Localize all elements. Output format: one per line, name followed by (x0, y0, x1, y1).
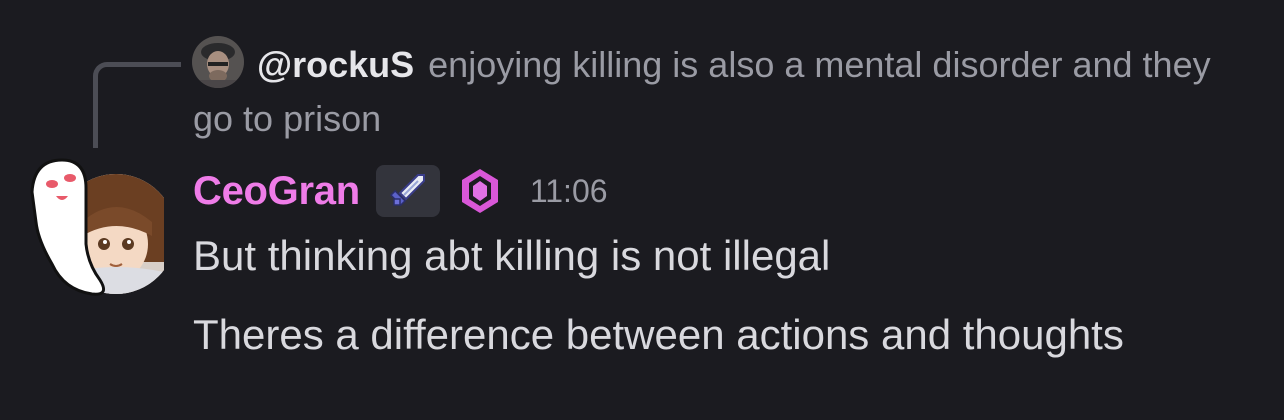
reply-preview[interactable]: @rockuS enjoying killing is also a mental… (193, 38, 1233, 146)
message-text: Theres a difference between actions and … (193, 311, 1124, 358)
reply-spine (93, 62, 181, 148)
chat-message-group: @rockuS enjoying killing is also a mental… (0, 0, 1284, 420)
message-header: CeoGran 11:06 (193, 162, 608, 220)
anime-ghost-avatar-icon (30, 158, 176, 296)
reply-author[interactable]: @rockuS (257, 44, 414, 85)
message-timestamp[interactable]: 11:06 (530, 173, 608, 210)
author-username[interactable]: CeoGran (193, 169, 360, 214)
author-avatar[interactable] (24, 152, 176, 302)
sword-badge[interactable] (375, 165, 440, 217)
gem-badge[interactable] (458, 165, 502, 217)
sword-icon (389, 174, 425, 207)
gem-icon (461, 169, 498, 213)
message-text: But thinking abt killing is not illegal (193, 232, 831, 279)
